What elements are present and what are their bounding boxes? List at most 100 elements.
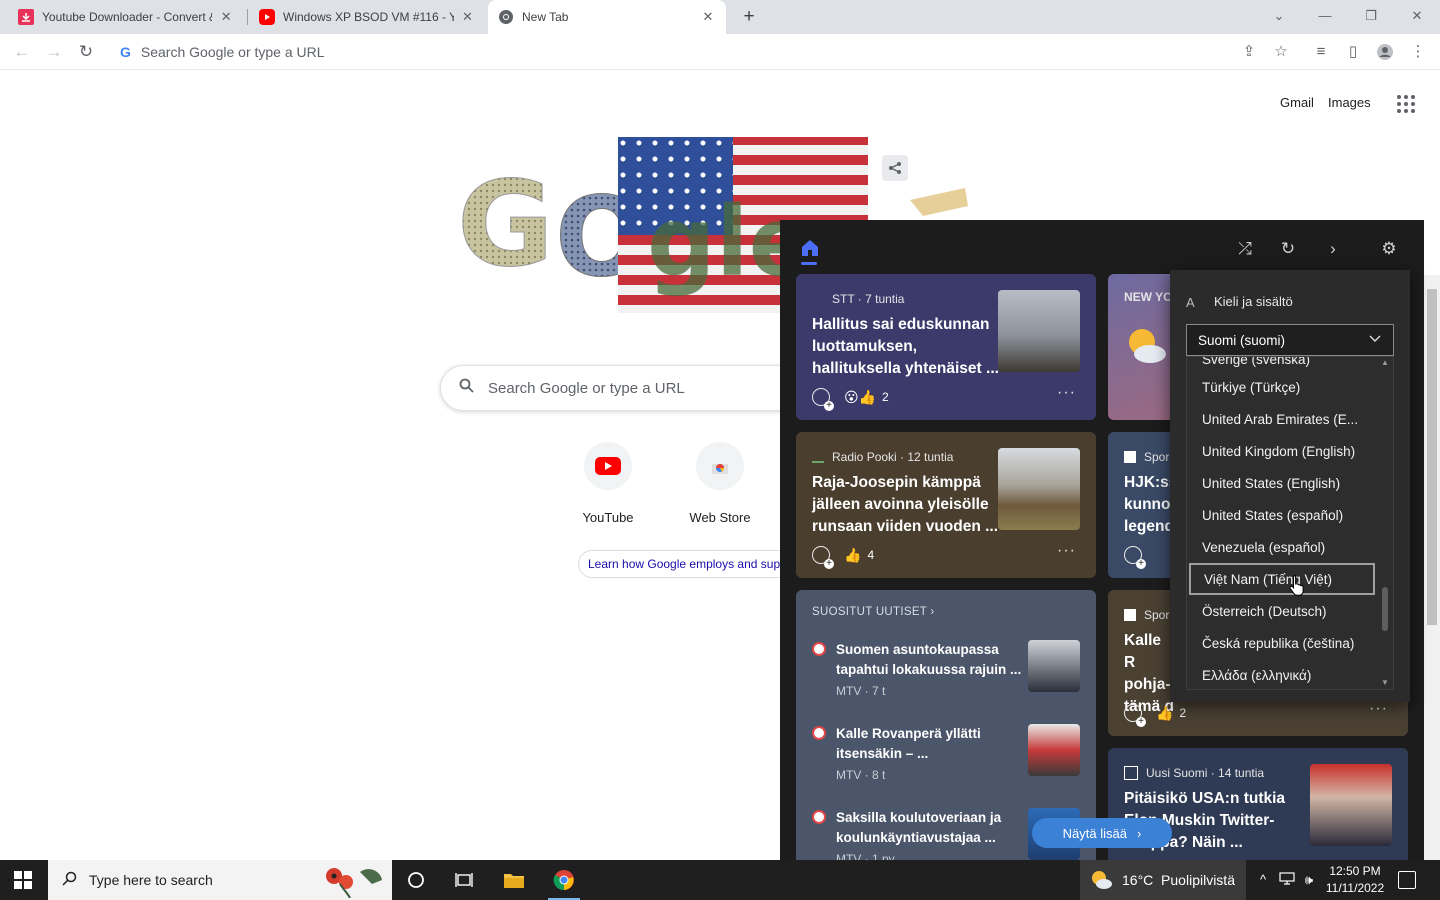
shortcut-youtube[interactable]: YouTube	[560, 442, 656, 525]
doodle-share-icon[interactable]	[882, 155, 908, 181]
add-reaction-icon[interactable]	[812, 546, 834, 569]
settings-gear-icon[interactable]: ⚙	[1378, 238, 1400, 260]
reactions[interactable]: 😮👍 2	[812, 388, 889, 411]
chrome-icon	[498, 9, 514, 25]
volume-icon[interactable]: 🕪	[1300, 871, 1318, 889]
new-tab-button[interactable]: +	[738, 6, 760, 28]
tab-close-icon[interactable]: ✕	[700, 9, 716, 25]
shortcut-web-store[interactable]: Web Store	[672, 442, 768, 525]
home-icon[interactable]	[800, 238, 820, 260]
webstore-icon	[696, 442, 744, 490]
taskbar-weather-widget[interactable]: 16°C Puolipilvistä	[1080, 860, 1246, 900]
language-option[interactable]: United Arab Emirates (E...	[1187, 403, 1379, 435]
taskbar-search-box[interactable]: Type here to search	[48, 860, 392, 900]
clock-date: 11/11/2022	[1325, 881, 1385, 895]
network-icon[interactable]	[1278, 871, 1296, 889]
language-options-list[interactable]: Sverige (svenska) Türkiye (Türkçe) Unite…	[1186, 356, 1394, 690]
source-label: Radio Pooki · 12 tuntia	[832, 450, 954, 464]
news-source: Radio Pooki · 12 tuntia	[812, 450, 953, 464]
reaction-count: 4	[867, 548, 875, 562]
language-select[interactable]: Suomi (suomi)	[1186, 324, 1394, 356]
popular-news-title[interactable]: SUOSITUT UUTISET ›	[812, 606, 935, 618]
scroll-down-icon[interactable]: ▼	[1379, 677, 1391, 689]
reactions[interactable]: 👍 4	[812, 546, 875, 569]
close-window-icon[interactable]: ✕	[1405, 4, 1429, 28]
browser-toolbar: ← → ↻ G Search Google or type a URL ⇪ ☆ …	[0, 34, 1440, 70]
reload-icon[interactable]: ↻	[76, 42, 96, 62]
more-options-icon[interactable]: ···	[1369, 700, 1388, 718]
reactions[interactable]: 👍 2	[1124, 704, 1186, 727]
tab-youtube-downloader[interactable]: Youtube Downloader - Convert & ✕	[8, 0, 244, 34]
news-headline: Hallitus sai eduskunnan luottamuksen, ha…	[812, 316, 999, 377]
task-view-icon[interactable]	[440, 860, 488, 900]
more-options-icon[interactable]: ···	[1057, 542, 1076, 560]
notification-center-icon[interactable]	[1398, 871, 1416, 889]
chevron-up-icon[interactable]: ^	[1254, 871, 1272, 889]
windows-start-icon[interactable]	[14, 871, 32, 889]
language-option-hovered[interactable]: Việt Nam (Tiếng Việt)	[1189, 563, 1375, 595]
back-icon[interactable]: ←	[12, 42, 32, 62]
language-option[interactable]: United States (español)	[1187, 499, 1379, 531]
popular-news-item[interactable]: Kalle Rovanperä yllätti itsensäkin – ...…	[812, 724, 1082, 784]
language-option[interactable]: Österreich (Deutsch)	[1187, 595, 1379, 627]
share-page-icon[interactable]: ⇪	[1240, 43, 1258, 61]
more-options-icon[interactable]: ···	[1057, 384, 1076, 402]
mtv-source-icon	[812, 726, 826, 740]
language-option[interactable]: United States (English)	[1187, 467, 1379, 499]
popular-news-meta: MTV · 8 t	[836, 768, 886, 782]
tab-close-icon[interactable]: ✕	[218, 9, 234, 25]
shuffle-icon[interactable]: ⤮	[1234, 238, 1256, 260]
news-card[interactable]: Radio Pooki · 12 tuntia Raja-Joosepin kä…	[796, 432, 1096, 578]
google-apps-icon[interactable]	[1397, 95, 1415, 113]
chrome-menu-icon[interactable]: ⋮	[1409, 43, 1427, 61]
add-reaction-icon[interactable]	[812, 388, 834, 411]
chrome-taskbar-icon[interactable]	[540, 860, 588, 900]
language-option[interactable]: Venezuela (español)	[1187, 531, 1379, 563]
bookmark-star-icon[interactable]: ☆	[1272, 43, 1290, 61]
news-thumbnail	[1028, 724, 1080, 776]
omnibox[interactable]: G Search Google or type a URL	[110, 38, 1308, 66]
show-more-label: Näytä lisää	[1062, 825, 1127, 841]
language-list-scrollbar[interactable]: ▲ ▼	[1379, 357, 1391, 689]
minimize-icon[interactable]: —	[1313, 4, 1337, 28]
side-panel-icon[interactable]: ▯	[1344, 43, 1362, 61]
restore-icon[interactable]: ❐	[1359, 4, 1383, 28]
tab-close-icon[interactable]: ✕	[460, 9, 475, 25]
forward-icon[interactable]: →	[44, 42, 64, 62]
popular-news-title-text: SUOSITUT UUTISET	[812, 606, 927, 618]
taskbar-clock[interactable]: 12:50 PM 11/11/2022	[1318, 863, 1392, 897]
reactions[interactable]	[1124, 546, 1156, 569]
tab-windows-xp-bsod[interactable]: Windows XP BSOD VM #116 - Yo ✕	[249, 0, 485, 34]
language-heading-text: Kieli ja sisältö	[1214, 294, 1293, 309]
news-card[interactable]: STT · 7 tuntia Hallitus sai eduskunnan l…	[796, 274, 1096, 420]
popular-news-item[interactable]: Suomen asuntokaupassa tapahtui lokakuuss…	[812, 640, 1082, 700]
language-icon: A	[1186, 294, 1195, 310]
language-option[interactable]: United Kingdom (English)	[1187, 435, 1379, 467]
tab-search-icon[interactable]: ⌄	[1267, 4, 1291, 28]
scroll-up-icon[interactable]: ▲	[1379, 357, 1391, 369]
add-reaction-icon[interactable]	[1124, 704, 1146, 727]
refresh-icon[interactable]: ↻	[1277, 238, 1299, 260]
chevron-right-icon[interactable]: ›	[1322, 238, 1344, 260]
file-explorer-icon[interactable]	[490, 860, 538, 900]
language-option[interactable]: Ελλάδα (ελληνικά)	[1187, 659, 1379, 689]
language-option[interactable]: Česká republika (čeština)	[1187, 627, 1379, 659]
gmail-link[interactable]: Gmail	[1280, 95, 1314, 110]
show-more-button[interactable]: Näytä lisää ›	[1032, 818, 1172, 848]
weather-text: 16°C Puolipilvistä	[1122, 872, 1235, 888]
language-list-scroll-thumb[interactable]	[1382, 587, 1388, 631]
news-thumbnail	[998, 290, 1080, 372]
language-option[interactable]: Türkiye (Türkçe)	[1187, 371, 1379, 403]
weather-location: NEW YO	[1124, 290, 1173, 304]
tab-title: New Tab	[522, 10, 569, 24]
mtv-source-icon	[812, 642, 826, 656]
add-reaction-icon[interactable]	[1124, 546, 1146, 569]
media-controls-icon[interactable]: ≡	[1312, 43, 1330, 61]
page-scrollbar-thumb[interactable]	[1427, 289, 1437, 625]
svg-text:G: G	[457, 155, 554, 293]
images-link[interactable]: Images	[1328, 95, 1371, 110]
page-scrollbar[interactable]	[1424, 275, 1440, 860]
profile-avatar-icon[interactable]	[1376, 43, 1394, 61]
cortana-icon[interactable]	[392, 860, 440, 900]
tab-new-tab[interactable]: New Tab ✕	[488, 0, 726, 34]
